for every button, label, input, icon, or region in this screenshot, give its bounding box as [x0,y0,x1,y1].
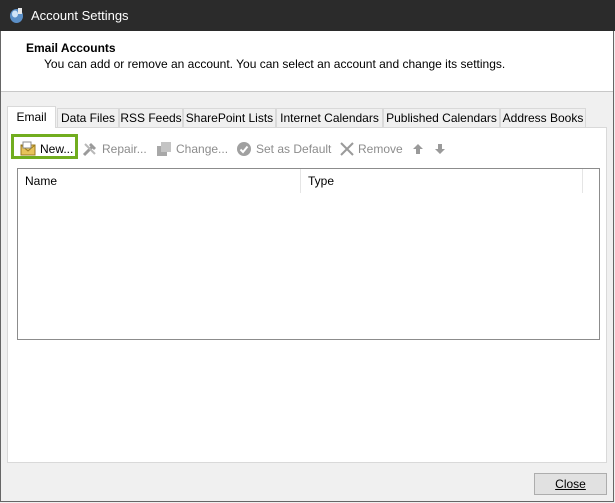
column-header-name[interactable]: Name [18,169,301,193]
remove-x-icon [340,142,354,156]
set-as-default-button[interactable]: Set as Default [236,138,331,160]
remove-button[interactable]: Remove [339,138,403,160]
tab-sharepoint-lists[interactable]: SharePoint Lists [183,108,276,127]
close-button[interactable]: Close [534,473,607,495]
tab-label: Published Calendars [386,111,497,125]
change-button[interactable]: Change... [156,138,230,160]
header-heading: Email Accounts [26,41,116,55]
change-button-label: Change... [176,142,229,156]
tab-label: Address Books [502,111,584,125]
title-bar[interactable]: Account Settings [0,0,615,31]
new-button[interactable]: New... [20,138,78,160]
tab-published-calendars[interactable]: Published Calendars [383,108,500,127]
close-button-label: Close [555,477,586,491]
change-icon [157,142,171,156]
tab-label: Data Files [60,111,116,125]
remove-button-label: Remove [358,142,403,156]
set-as-default-label: Set as Default [256,142,332,156]
move-down-button[interactable] [432,138,446,160]
new-button-label: New... [40,142,74,156]
tab-label: Internet Calendars [280,111,379,125]
tab-data-files[interactable]: Data Files [57,108,119,127]
account-settings-icon [10,8,23,23]
tab-address-books[interactable]: Address Books [500,108,586,127]
repair-button[interactable]: Repair... [82,138,148,160]
header-banner: Email Accounts You can add or remove an … [1,31,614,92]
move-up-button[interactable] [410,138,424,160]
tab-label: Email [16,110,47,124]
checkmark-circle-icon [237,142,251,156]
column-header-type[interactable]: Type [301,169,583,193]
column-header-label: Name [25,174,58,188]
tab-label: SharePoint Lists [185,111,274,125]
email-tab-panel: New... Repair... Change... Set as Defaul… [7,127,607,463]
new-account-icon [20,141,36,156]
tab-label: RSS Feeds [120,111,182,125]
tab-email[interactable]: Email [7,106,56,128]
arrow-down-icon [435,144,445,154]
repair-button-label: Repair... [102,142,147,156]
window-title: Account Settings [31,8,129,23]
accounts-list[interactable]: Name Type [17,168,600,340]
tab-rss-feeds[interactable]: RSS Feeds [119,108,183,127]
column-header-label: Type [308,174,335,188]
repair-icon [82,143,96,157]
header-description: You can add or remove an account. You ca… [44,57,506,71]
arrow-up-icon [413,144,423,154]
tab-internet-calendars[interactable]: Internet Calendars [276,108,383,127]
account-toolbar: New... Repair... Change... Set as Defaul… [8,128,606,164]
